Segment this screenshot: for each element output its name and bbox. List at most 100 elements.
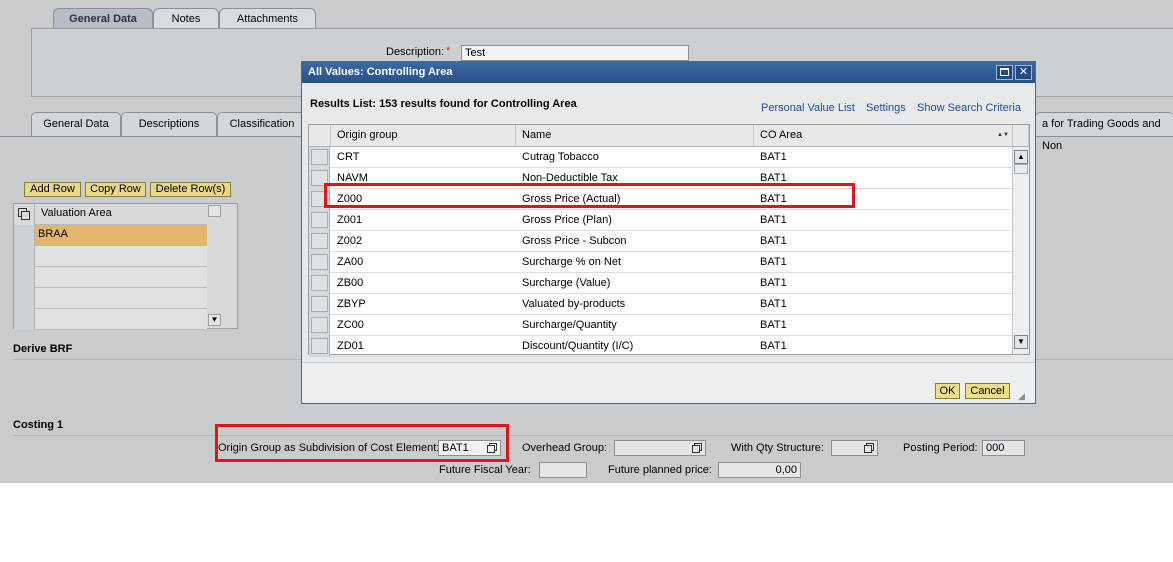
overhead-group-input[interactable]: [614, 440, 706, 456]
subtab-descriptions[interactable]: Descriptions: [121, 112, 217, 136]
maximize-icon[interactable]: [996, 65, 1013, 80]
row-selector[interactable]: [309, 252, 330, 273]
copy-row-button[interactable]: Copy Row: [85, 182, 146, 197]
future-planned-price-label: Future planned price:: [608, 464, 712, 476]
section-divider: [13, 435, 1173, 436]
name-column-header[interactable]: Name: [516, 125, 754, 147]
show-search-criteria-link[interactable]: Show Search Criteria: [917, 102, 1021, 114]
name-cell: Gross Price - Subcon: [522, 235, 627, 247]
area-cell: BAT1: [760, 277, 787, 289]
origin-cell: ZB00: [337, 277, 364, 289]
row-selector[interactable]: [309, 273, 330, 294]
description-label: Description:: [386, 46, 445, 58]
subtab-classification[interactable]: Classification: [217, 112, 307, 136]
add-row-button[interactable]: Add Row: [24, 182, 81, 197]
name-cell: Valuated by-products: [522, 298, 626, 310]
valuation-area-table: Valuation Area BRAA ▼: [13, 203, 238, 330]
resize-grip-icon[interactable]: ◢: [1018, 391, 1028, 401]
table-row[interactable]: ZC00 Surcharge/Quantity BAT1: [309, 315, 1013, 336]
value-help-icon[interactable]: [864, 443, 874, 453]
row-selector[interactable]: [309, 336, 330, 357]
posting-period-input[interactable]: 000: [982, 440, 1025, 456]
settings-link[interactable]: Settings: [866, 102, 906, 114]
table-row[interactable]: CRT Cutrag Tobacco BAT1: [309, 147, 1013, 168]
personal-value-list-link[interactable]: Personal Value List: [761, 102, 855, 114]
area-cell: BAT1: [760, 151, 787, 163]
future-planned-price-input[interactable]: 0,00: [718, 462, 801, 478]
area-cell: BAT1: [760, 256, 787, 268]
future-fiscal-year-label: Future Fiscal Year:: [439, 464, 531, 476]
cancel-button[interactable]: Cancel: [965, 383, 1010, 399]
qty-structure-input[interactable]: [831, 440, 878, 456]
origin-cell: ZC00: [337, 319, 364, 331]
results-table: Origin group Name CO Area ▲▼ CRT Cutrag T…: [308, 124, 1030, 357]
origin-cell: Z002: [337, 235, 363, 247]
results-scrollbar[interactable]: ▲ ▼: [1012, 147, 1029, 354]
select-all-icon[interactable]: [14, 204, 35, 225]
scroll-down-icon[interactable]: ▼: [208, 314, 221, 326]
row-selector[interactable]: [309, 231, 330, 252]
table-row[interactable]: [14, 288, 207, 309]
origin-cell: ZBYP: [337, 298, 366, 310]
valuation-area-header[interactable]: Valuation Area: [41, 207, 112, 219]
description-input[interactable]: Test: [461, 45, 689, 61]
sort-icon[interactable]: ▲▼: [997, 125, 1009, 146]
co-area-column-header[interactable]: CO Area ▲▼: [754, 125, 1013, 147]
dialog-title-bar[interactable]: All Values: Controlling Area: [302, 62, 1035, 83]
value-help-icon[interactable]: [692, 443, 702, 453]
area-cell: BAT1: [760, 235, 787, 247]
table-scrollbar[interactable]: ▼: [208, 204, 237, 328]
table-header-row: Valuation Area: [14, 204, 207, 225]
name-cell: Surcharge/Quantity: [522, 319, 617, 331]
row-selector[interactable]: [309, 294, 330, 315]
row-selector[interactable]: [14, 309, 35, 330]
scroll-up-icon[interactable]: ▲: [1014, 150, 1028, 164]
scroll-up-icon[interactable]: [208, 205, 221, 217]
origin-group-column-header[interactable]: Origin group: [331, 125, 516, 147]
row-selector[interactable]: [309, 210, 330, 231]
row-selector[interactable]: [14, 246, 35, 267]
scroll-down-icon[interactable]: ▼: [1014, 335, 1028, 349]
close-icon[interactable]: ✕: [1015, 65, 1032, 80]
row-selector[interactable]: [309, 147, 330, 168]
table-row[interactable]: [14, 309, 207, 330]
table-row[interactable]: BRAA: [14, 225, 207, 246]
row-selector[interactable]: [14, 288, 35, 309]
subtab-general-data[interactable]: General Data: [31, 112, 121, 136]
header-corner: [1013, 125, 1029, 147]
table-row[interactable]: Z001 Gross Price (Plan) BAT1: [309, 210, 1013, 231]
area-cell: BAT1: [760, 319, 787, 331]
future-fiscal-year-input[interactable]: [539, 462, 587, 478]
ok-button[interactable]: OK: [935, 383, 960, 399]
row-selector[interactable]: [14, 267, 35, 288]
subtab-trading-goods[interactable]: a for Trading Goods and Non: [1035, 112, 1173, 152]
posting-period-label: Posting Period:: [903, 442, 978, 454]
select-all-header[interactable]: [309, 125, 331, 147]
delete-rows-button[interactable]: Delete Row(s): [150, 182, 231, 197]
table-row[interactable]: ZBYP Valuated by-products BAT1: [309, 294, 1013, 315]
co-area-header-label: CO Area: [760, 129, 803, 141]
table-row[interactable]: ZD01 Discount/Quantity (I/C) BAT1: [309, 336, 1013, 357]
scroll-thumb[interactable]: [1014, 164, 1028, 174]
row-selector[interactable]: [309, 315, 330, 336]
origin-cell: Z001: [337, 214, 363, 226]
derive-brf-title: Derive BRF: [13, 343, 73, 355]
value-help-dialog: All Values: Controlling Area ✕ Results L…: [301, 61, 1036, 404]
name-cell: Cutrag Tobacco: [522, 151, 599, 163]
required-mark: *: [446, 45, 451, 57]
highlight-origin-group: [215, 424, 509, 462]
table-row[interactable]: Z002 Gross Price - Subcon BAT1: [309, 231, 1013, 252]
table-row[interactable]: [14, 267, 207, 288]
name-cell: Gross Price (Plan): [522, 214, 612, 226]
name-cell: Surcharge (Value): [522, 277, 611, 289]
origin-cell: ZD01: [337, 340, 364, 352]
area-cell: BAT1: [760, 214, 787, 226]
row-selector[interactable]: [14, 225, 35, 246]
table-row[interactable]: ZB00 Surcharge (Value) BAT1: [309, 273, 1013, 294]
table-row[interactable]: ZA00 Surcharge % on Net BAT1: [309, 252, 1013, 273]
area-cell: BAT1: [760, 340, 787, 352]
table-row[interactable]: [14, 246, 207, 267]
dialog-title: All Values: Controlling Area: [308, 66, 453, 78]
name-cell: Surcharge % on Net: [522, 256, 622, 268]
valuation-area-cell: BRAA: [38, 228, 68, 240]
